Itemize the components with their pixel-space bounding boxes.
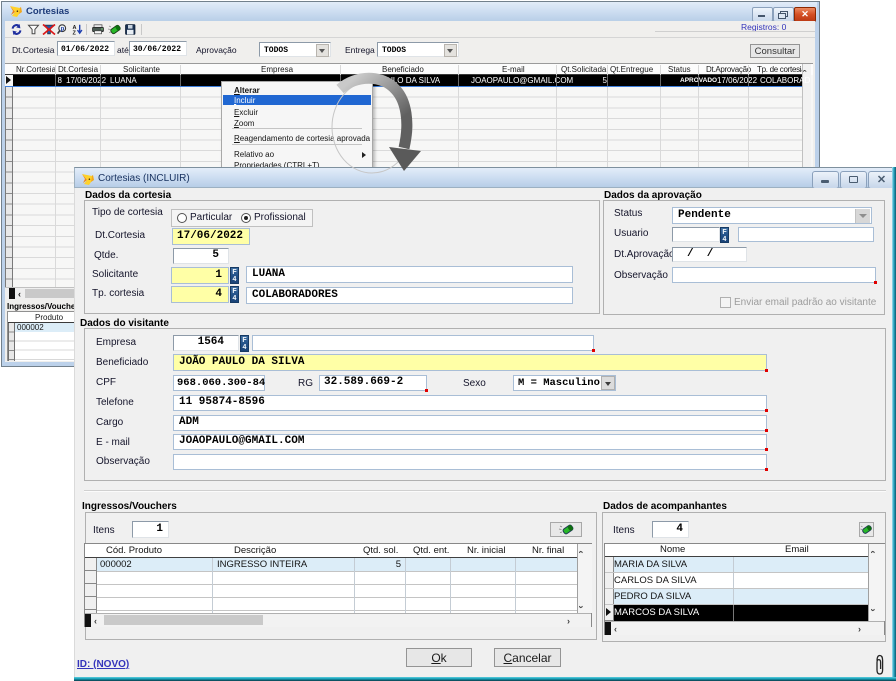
svg-text:p: p — [61, 27, 65, 33]
svg-text:Z: Z — [73, 31, 77, 35]
